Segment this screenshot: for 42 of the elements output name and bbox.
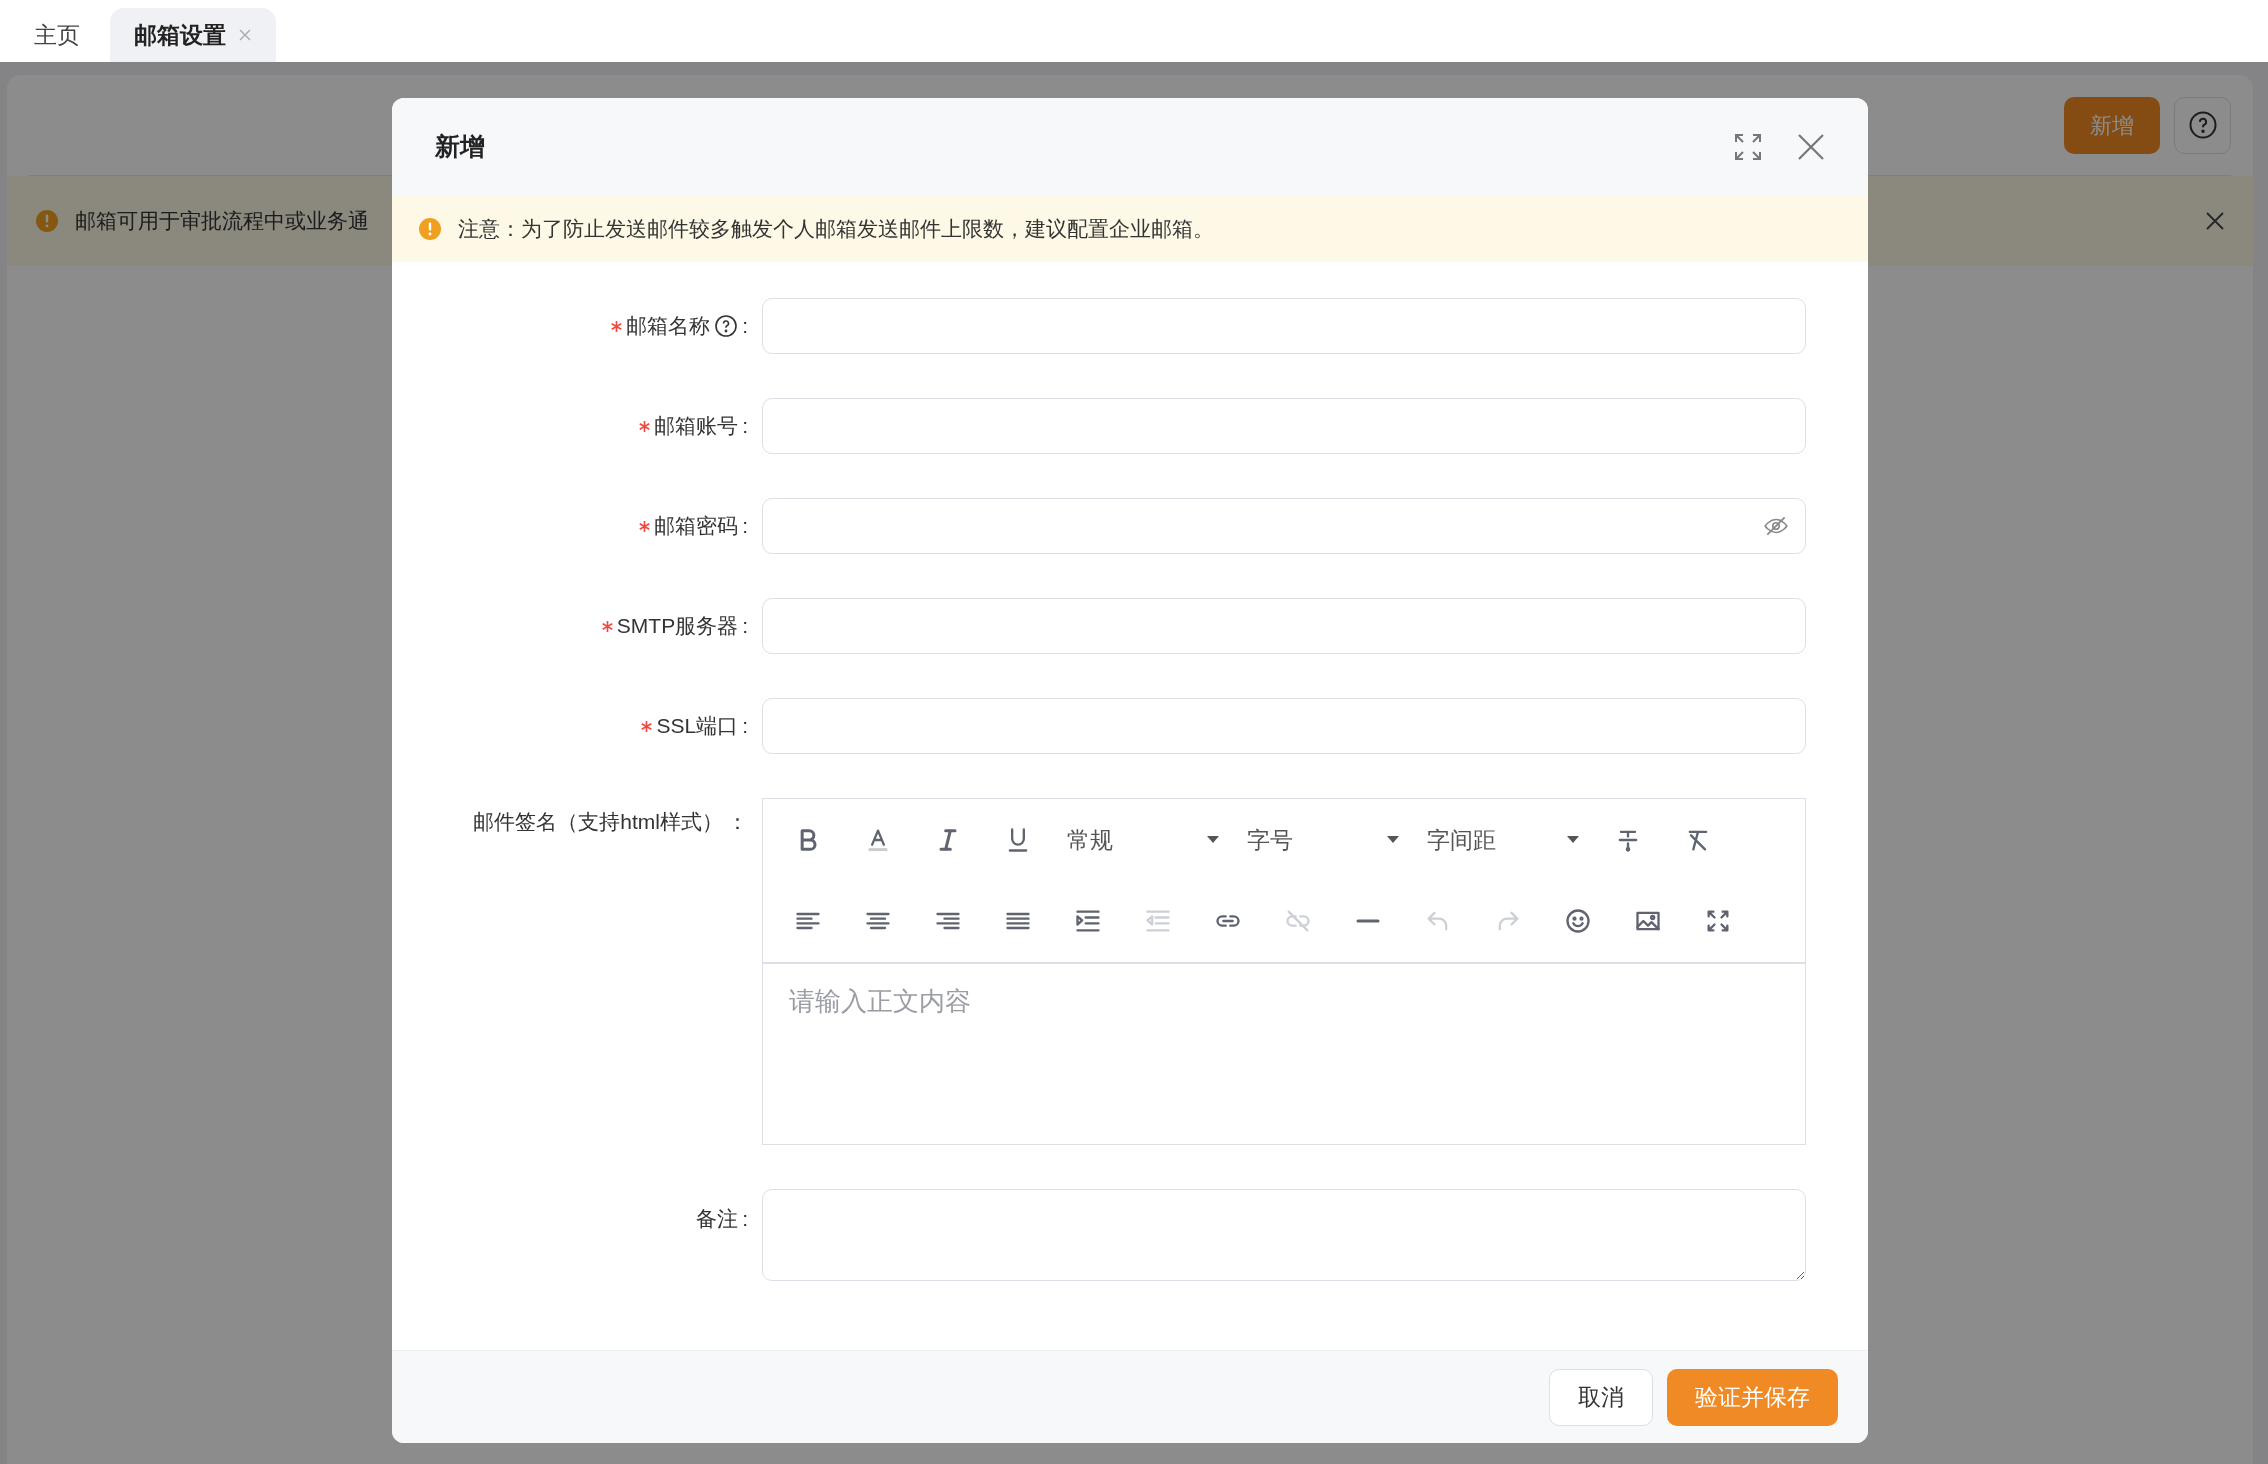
notice-text: 注意：为了防止发送邮件较多触发个人邮箱发送邮件上限数，建议配置企业邮箱。 <box>458 216 1214 243</box>
warning-icon <box>35 209 59 233</box>
field-label: SMTP服务器 <box>616 613 739 640</box>
label-colon: : <box>742 413 748 440</box>
toolbar-dropdown[interactable]: 常规 <box>1053 809 1233 870</box>
input-field[interactable] <box>762 698 1806 754</box>
field-label: 邮箱密码 <box>654 513 739 540</box>
caret-icon <box>1387 835 1399 844</box>
help-icon <box>2187 110 2218 140</box>
input-field[interactable] <box>762 298 1806 354</box>
warning-icon <box>418 217 442 241</box>
toolbar-dropdown[interactable]: 字间距 <box>1413 809 1593 870</box>
help-icon[interactable] <box>714 314 739 338</box>
password-field[interactable] <box>762 498 1806 554</box>
tab[interactable]: 邮箱设置 <box>110 8 276 62</box>
caret-icon <box>1207 835 1219 844</box>
horizontal-line-icon <box>1354 919 1382 924</box>
label-colon: : <box>742 713 748 740</box>
field-label: SSL端口 <box>656 713 739 740</box>
help-button[interactable] <box>2174 96 2231 154</box>
input-field[interactable] <box>762 398 1806 454</box>
tab[interactable]: 主页 <box>8 8 106 62</box>
maximize-icon[interactable] <box>1733 132 1763 162</box>
close-icon[interactable] <box>2205 211 2225 231</box>
field-label: 邮箱名称 <box>626 313 711 340</box>
label-colon: : <box>742 513 748 540</box>
notice-text: 邮箱可用于审批流程中或业务通 <box>75 208 369 235</box>
label-colon: : <box>742 1206 748 1232</box>
close-icon[interactable] <box>1797 133 1825 161</box>
label-colon: : <box>742 613 748 640</box>
emoji-icon <box>1564 907 1592 936</box>
field-label: 备注 <box>696 1206 739 1232</box>
label-colon: ： <box>727 809 748 835</box>
field-label: 邮箱账号 <box>654 413 739 440</box>
field-label: 邮件签名（支持html样式） <box>473 809 723 835</box>
label-colon: : <box>742 313 748 340</box>
toolbar-dropdown[interactable]: 字号 <box>1233 809 1413 870</box>
input-field[interactable] <box>762 598 1806 654</box>
cancel-button[interactable]: 取消 <box>1549 1368 1653 1426</box>
editor-placeholder: 请输入正文内容 <box>789 986 971 1016</box>
caret-icon <box>1567 835 1579 844</box>
dialog-title: 新增 <box>435 131 485 163</box>
